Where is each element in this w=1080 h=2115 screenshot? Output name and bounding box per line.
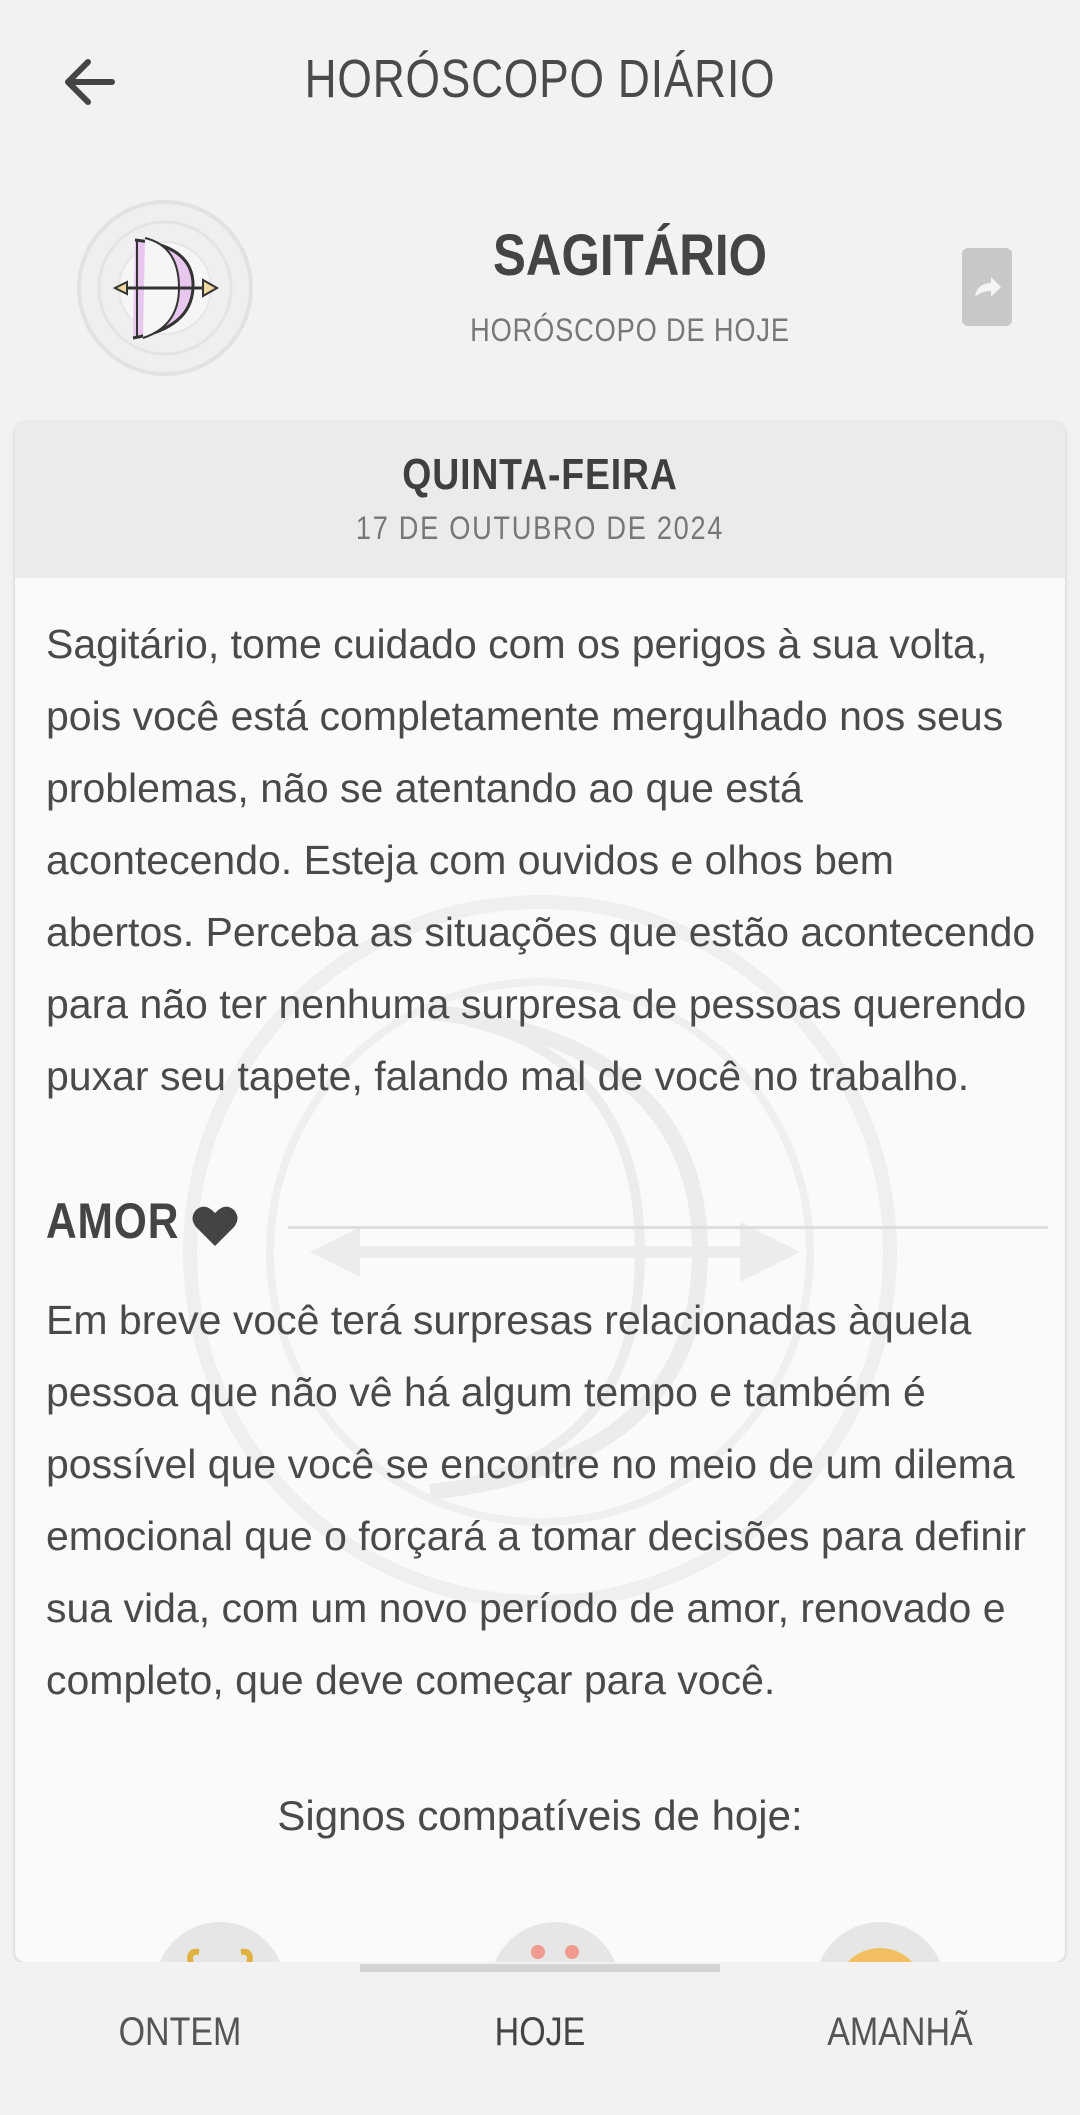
sign-header: SAGITÁRIO HORÓSCOPO DE HOJE bbox=[0, 190, 1080, 390]
divider bbox=[288, 1226, 1048, 1229]
page-title: HORÓSCOPO DIÁRIO bbox=[304, 49, 776, 109]
date-label: 17 DE OUTUBRO DE 2024 bbox=[355, 510, 725, 546]
top-bar: HORÓSCOPO DIÁRIO bbox=[0, 0, 1080, 170]
aries-icon[interactable] bbox=[155, 1922, 285, 1962]
love-section-header: AMOR bbox=[46, 1182, 1048, 1262]
bottom-nav: ONTEM HOJE AMANHÃ bbox=[0, 1962, 1080, 2115]
horoscope-card: QUINTA-FEIRA 17 DE OUTUBRO DE 2024 Sagit… bbox=[15, 422, 1065, 1962]
leo-icon[interactable] bbox=[815, 1922, 945, 1962]
heart-icon bbox=[192, 1206, 238, 1246]
tab-ontem[interactable]: ONTEM bbox=[27, 2010, 333, 2055]
day-header: QUINTA-FEIRA 17 DE OUTUBRO DE 2024 bbox=[15, 422, 1065, 578]
active-tab-indicator bbox=[360, 1964, 720, 1972]
horoscope-text: Sagitário, tome cuidado com os perigos à… bbox=[46, 621, 1036, 1099]
sign-name: SAGITÁRIO bbox=[493, 223, 767, 288]
compatible-signs-title: Signos compatíveis de hoje: bbox=[277, 1792, 803, 1839]
tab-hoje[interactable]: HOJE bbox=[387, 2010, 693, 2055]
share-button[interactable] bbox=[962, 248, 1012, 326]
sagittarius-bow-icon bbox=[75, 198, 255, 378]
share-icon bbox=[975, 277, 1001, 297]
cancer-icon[interactable] bbox=[490, 1922, 620, 1962]
tab-amanha[interactable]: AMANHÃ bbox=[747, 2010, 1053, 2055]
love-text: Em breve você terá surpresas relacionada… bbox=[46, 1297, 1026, 1703]
sign-subtitle: HORÓSCOPO DE HOJE bbox=[470, 312, 790, 348]
weekday-label: QUINTA-FEIRA bbox=[402, 450, 678, 499]
love-label: AMOR bbox=[46, 1193, 180, 1249]
